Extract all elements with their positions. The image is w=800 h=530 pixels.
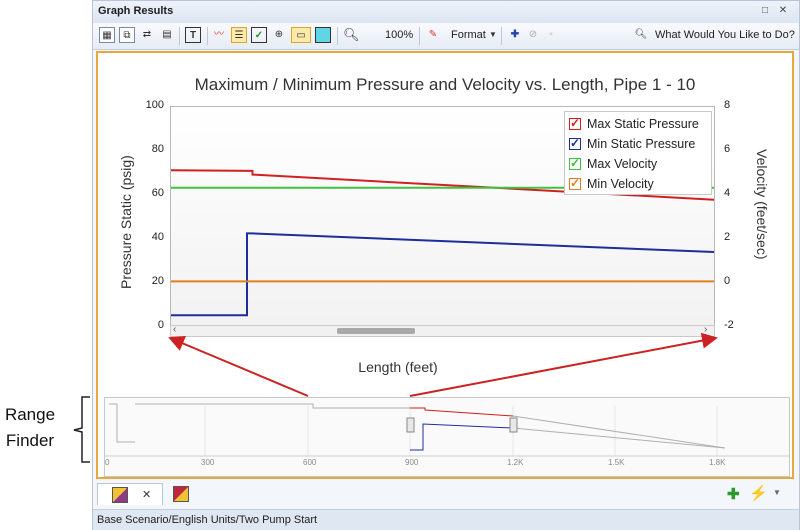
graph-panel: Maximum / Minimum Pressure and Velocity …: [96, 51, 794, 479]
legend-checkbox[interactable]: ✓: [569, 116, 581, 130]
color-box-icon[interactable]: [315, 27, 331, 43]
x-axis-label: Length (feet): [358, 359, 438, 375]
y-tick-left: 40: [151, 231, 164, 243]
zoom-icon[interactable]: 🔍︎: [343, 27, 360, 43]
status-text: Base Scenario/English Units/Two Pump Sta…: [97, 514, 318, 526]
range-tick: 900: [405, 458, 419, 467]
legend-label: Max Velocity: [587, 157, 658, 171]
window-titlebar: Graph Results □ ✕: [93, 1, 799, 24]
new-graph-icon[interactable]: ▦: [99, 27, 115, 43]
format-icon[interactable]: ✎: [425, 27, 441, 43]
y-tick-left: 20: [151, 275, 164, 287]
legend-checkbox[interactable]: ✓: [569, 136, 581, 150]
graph-tab-2[interactable]: [165, 483, 221, 505]
y-tick-right: 2: [724, 231, 731, 243]
legend-checkbox[interactable]: ✓: [569, 176, 581, 190]
lightning-icon[interactable]: ⚡: [749, 484, 768, 502]
check-icon: ✓: [570, 116, 581, 130]
check-icon: ✓: [570, 156, 581, 170]
graph-results-window: Graph Results □ ✕ ▦ ⧉ ⇄ ▤ T 〰 ☰ ✓ ⊕ ▭ 🔍︎…: [92, 0, 800, 530]
scroll-right-icon[interactable]: ›: [704, 324, 707, 335]
close-button[interactable]: ✕: [777, 5, 789, 17]
graph-tab-active[interactable]: ✕: [97, 483, 163, 505]
y-axis-right-label: Velocity (feet/sec): [754, 149, 770, 260]
check-icon: ✓: [570, 176, 581, 190]
tab-close-button[interactable]: ✕: [142, 488, 151, 501]
scroll-left-icon[interactable]: ‹: [173, 324, 176, 335]
y-tick-right: 8: [724, 99, 731, 111]
chart-title: Maximum / Minimum Pressure and Velocity …: [194, 75, 696, 94]
range-tick: 1.2K: [507, 458, 524, 467]
range-finder[interactable]: 0 300 600 900 1.2K 1.5K 1.8K: [104, 397, 790, 477]
legend-icon[interactable]: ☰: [231, 27, 247, 43]
help-search-input[interactable]: What Would You Like to Do?: [655, 29, 795, 41]
unlink-icon[interactable]: ◦: [543, 27, 559, 43]
toolbar-separator: [501, 27, 502, 45]
chevron-down-icon[interactable]: ▼: [485, 27, 501, 43]
y-tick-right: 0: [724, 275, 731, 287]
y-tick-right: -2: [724, 319, 734, 331]
graph-tab-icon: [112, 487, 128, 503]
text-icon[interactable]: T: [185, 27, 201, 43]
chart-legend: ✓ Max Static Pressure ✓ Min Static Pressure…: [564, 111, 712, 195]
export-icon[interactable]: ⇄: [139, 27, 155, 43]
line-style-icon[interactable]: 〰: [211, 27, 227, 43]
range-finder-bracket: [73, 396, 90, 463]
range-finder-toggle-icon[interactable]: ▭: [291, 27, 311, 43]
checkbox-icon[interactable]: ✓: [251, 27, 267, 43]
crosshair-icon[interactable]: ⊕: [271, 27, 287, 43]
add-series-icon[interactable]: ✚: [507, 27, 523, 43]
toolbar-separator: [337, 27, 338, 45]
range-tick: 0: [105, 458, 110, 467]
chevron-down-icon[interactable]: ▼: [773, 488, 781, 497]
y-tick-left: 80: [151, 143, 164, 155]
help-search-icon[interactable]: 🔍︎: [633, 27, 649, 43]
add-tab-icon[interactable]: ✚: [727, 485, 740, 503]
y-tick-right: 6: [724, 143, 731, 155]
restore-button[interactable]: □: [759, 5, 771, 17]
y-tick-right: 4: [724, 187, 731, 199]
window-title: Graph Results: [98, 5, 174, 17]
graph-tab-icon: [173, 486, 189, 502]
y-tick-left: 0: [157, 319, 164, 331]
y-axis-left-label: Pressure Static (psig): [118, 155, 134, 289]
toolbar-separator: [179, 27, 180, 45]
legend-label: Min Static Pressure: [587, 137, 696, 151]
check-icon: ✓: [570, 136, 581, 150]
toolbar-separator: [419, 27, 420, 45]
zoom-level[interactable]: 100%: [385, 29, 413, 41]
status-bar: Base Scenario/English Units/Two Pump Sta…: [93, 509, 799, 530]
plot-scrollbar[interactable]: ‹ ›: [170, 324, 715, 337]
legend-label: Max Static Pressure: [587, 117, 699, 131]
y-tick-left: 100: [145, 99, 164, 111]
range-finder-annotation: Range Finder: [0, 402, 60, 454]
range-tick: 300: [201, 458, 215, 467]
range-finder-label: Range Finder: [4, 405, 56, 450]
graph-toolbar: ▦ ⧉ ⇄ ▤ T 〰 ☰ ✓ ⊕ ▭ 🔍︎ 100% ✎ Format ▼ ✚…: [93, 23, 799, 50]
table-icon[interactable]: ▤: [159, 27, 175, 43]
copy-icon[interactable]: ⧉: [119, 27, 135, 43]
link-icon[interactable]: ⊘: [525, 27, 541, 43]
toolbar-separator: [207, 27, 208, 45]
scrollbar-thumb[interactable]: [337, 328, 415, 334]
range-tick: 600: [303, 458, 317, 467]
legend-checkbox[interactable]: ✓: [569, 156, 581, 170]
range-tick: 1.5K: [608, 458, 625, 467]
series-line-min-static-pressure: [171, 232, 715, 317]
legend-label: Min Velocity: [587, 177, 654, 191]
range-tick: 1.8K: [709, 458, 726, 467]
graph-tabs: ✕ ✚ ⚡ ▼: [93, 481, 799, 507]
y-tick-left: 60: [151, 187, 164, 199]
format-menu[interactable]: Format: [451, 29, 486, 41]
